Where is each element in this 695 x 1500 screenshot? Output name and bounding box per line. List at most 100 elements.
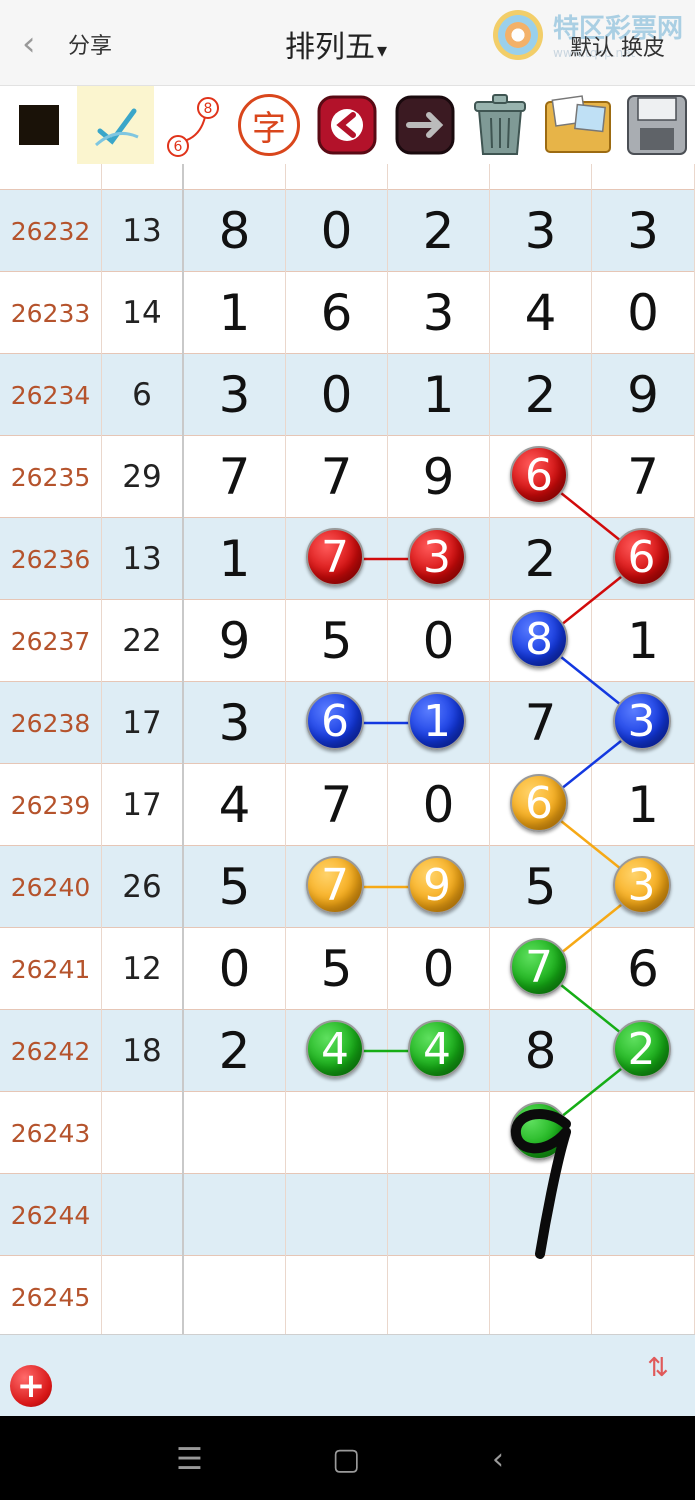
digit-cell[interactable]: 9 bbox=[592, 354, 695, 436]
digit-cell[interactable]: 9 bbox=[184, 600, 286, 682]
add-button[interactable]: + bbox=[10, 1365, 52, 1407]
back-icon[interactable]: ‹ bbox=[492, 1442, 504, 1477]
digit-cell[interactable]: 0 bbox=[388, 600, 490, 682]
digit-cell[interactable]: 3 bbox=[490, 190, 592, 272]
trash-icon[interactable] bbox=[462, 86, 538, 164]
digit-cell[interactable] bbox=[490, 1256, 592, 1334]
blue-marker-ball[interactable]: 8 bbox=[510, 610, 568, 668]
digit-cell[interactable]: 1 bbox=[184, 518, 286, 600]
table-row[interactable]: 26232 13 8 0 2 3 3 bbox=[0, 190, 695, 272]
digit-cell[interactable]: 0 bbox=[286, 354, 388, 436]
char-zi-icon[interactable]: 字 bbox=[234, 86, 304, 164]
scroll-toggle-icon[interactable]: ⇅ bbox=[644, 1355, 672, 1409]
table-row[interactable]: 26245 bbox=[0, 1256, 695, 1334]
link-6-8-icon[interactable]: 6 8 bbox=[158, 86, 228, 164]
digit-cell[interactable]: 0 bbox=[388, 764, 490, 846]
digit-cell[interactable] bbox=[184, 1256, 286, 1334]
digit-cell[interactable]: 7 bbox=[592, 436, 695, 518]
digit-cell[interactable]: 3 bbox=[184, 682, 286, 764]
digit-cell[interactable]: 7 bbox=[286, 764, 388, 846]
digit-cell[interactable]: 0 bbox=[388, 928, 490, 1010]
orange-marker-ball[interactable]: 3 bbox=[612, 856, 671, 914]
menu-icon[interactable]: ☰ bbox=[176, 1442, 203, 1477]
digit-cell[interactable]: 4 bbox=[490, 272, 592, 354]
digit-cell[interactable]: 3 bbox=[388, 272, 490, 354]
digit-cell[interactable] bbox=[286, 1092, 388, 1174]
digit-cell[interactable] bbox=[286, 1174, 388, 1256]
digit-cell[interactable]: 7 bbox=[184, 436, 286, 518]
digit-cell[interactable] bbox=[592, 1174, 695, 1256]
digit-cell[interactable]: 4 bbox=[184, 764, 286, 846]
orange-marker-ball[interactable]: 9 bbox=[408, 856, 466, 914]
digit-cell[interactable]: 9 bbox=[388, 436, 490, 518]
digit-cell[interactable]: 3 bbox=[592, 190, 695, 272]
home-icon[interactable]: ▢ bbox=[332, 1442, 360, 1477]
green-marker-ball[interactable] bbox=[510, 1102, 568, 1160]
red-marker-ball[interactable]: 3 bbox=[408, 528, 466, 586]
red-marker-ball[interactable]: 6 bbox=[510, 446, 568, 504]
digit-cell[interactable]: 2 bbox=[490, 518, 592, 600]
table-row[interactable]: 26237 22 9 5 08 1 bbox=[0, 600, 695, 682]
digit-cell[interactable] bbox=[592, 1256, 695, 1334]
digit-cell[interactable]: 5 bbox=[490, 846, 592, 928]
table-row[interactable]: 26244 bbox=[0, 1174, 695, 1256]
digit-cell[interactable]: 8 bbox=[184, 190, 286, 272]
digit-cell[interactable]: 0 bbox=[286, 190, 388, 272]
digit-cell[interactable] bbox=[184, 1092, 286, 1174]
back-chevron-icon[interactable]: ‹ bbox=[22, 26, 50, 62]
blue-marker-ball[interactable]: 3 bbox=[612, 692, 671, 750]
lottery-type-selector[interactable]: 排列五 ▾ bbox=[285, 22, 387, 66]
draw-digit: 1 bbox=[627, 612, 659, 670]
digit-cell[interactable]: 8 bbox=[490, 1010, 592, 1092]
arrow-left-icon[interactable] bbox=[312, 86, 382, 164]
digit-cell[interactable]: 7 bbox=[490, 682, 592, 764]
digit-cell[interactable] bbox=[286, 1256, 388, 1334]
digit-cell[interactable]: 2 bbox=[184, 1010, 286, 1092]
green-marker-ball[interactable]: 2 bbox=[612, 1020, 671, 1078]
table-row[interactable]: 26233 14 1 6 3 4 0 bbox=[0, 272, 695, 354]
orange-marker-ball[interactable]: 7 bbox=[306, 856, 364, 914]
digit-cell[interactable]: 5 bbox=[184, 846, 286, 928]
photo-album-icon[interactable] bbox=[540, 86, 616, 164]
digit-cell[interactable]: 1 bbox=[388, 354, 490, 436]
black-square-icon[interactable] bbox=[0, 86, 77, 164]
digit-cell[interactable]: 0 bbox=[592, 272, 695, 354]
table-row[interactable]: 26234 6 3 0 1 2 9 bbox=[0, 354, 695, 436]
blue-marker-ball[interactable]: 1 bbox=[408, 692, 466, 750]
table-row[interactable]: 26243 bbox=[0, 1092, 695, 1174]
floppy-save-icon[interactable] bbox=[618, 86, 695, 164]
digit-cell[interactable]: 2 bbox=[388, 190, 490, 272]
orange-marker-ball[interactable]: 6 bbox=[510, 774, 568, 832]
digit-cell[interactable]: 5 bbox=[286, 928, 388, 1010]
digit-cell[interactable]: 5 bbox=[286, 600, 388, 682]
digit-cell[interactable]: 2 bbox=[490, 354, 592, 436]
green-marker-ball[interactable]: 4 bbox=[306, 1020, 364, 1078]
digit-cell[interactable]: 0 bbox=[184, 928, 286, 1010]
share-button[interactable]: 分享 bbox=[68, 28, 112, 60]
pen-check-icon[interactable] bbox=[77, 86, 154, 164]
digit-cell[interactable] bbox=[388, 1174, 490, 1256]
table-row[interactable]: 26235 29 7 7 96 7 bbox=[0, 436, 695, 518]
arrow-right-icon[interactable] bbox=[390, 86, 460, 164]
digit-cell[interactable] bbox=[490, 1174, 592, 1256]
digit-cell[interactable]: 1 bbox=[592, 764, 695, 846]
digit-cell[interactable]: 3 bbox=[184, 354, 286, 436]
red-marker-ball[interactable]: 7 bbox=[306, 528, 364, 586]
skin-button[interactable]: 默认 换皮 bbox=[570, 30, 665, 62]
digit-cell[interactable] bbox=[388, 1256, 490, 1334]
green-marker-ball[interactable]: 7 bbox=[510, 938, 568, 996]
digit-cell[interactable]: 6 bbox=[592, 928, 695, 1010]
digit-cell[interactable] bbox=[388, 1092, 490, 1174]
sum-value: 17 bbox=[122, 705, 162, 741]
blue-marker-ball[interactable]: 6 bbox=[306, 692, 364, 750]
table-row[interactable]: 26239 17 4 7 06 1 bbox=[0, 764, 695, 846]
digit-cell[interactable] bbox=[592, 1092, 695, 1174]
green-marker-ball[interactable]: 4 bbox=[408, 1020, 466, 1078]
red-marker-ball[interactable]: 6 bbox=[612, 528, 671, 586]
digit-cell[interactable]: 1 bbox=[592, 600, 695, 682]
digit-cell[interactable]: 1 bbox=[184, 272, 286, 354]
table-row[interactable]: 262411205076 bbox=[0, 928, 695, 1010]
digit-cell[interactable]: 7 bbox=[286, 436, 388, 518]
digit-cell[interactable] bbox=[184, 1174, 286, 1256]
digit-cell[interactable]: 6 bbox=[286, 272, 388, 354]
